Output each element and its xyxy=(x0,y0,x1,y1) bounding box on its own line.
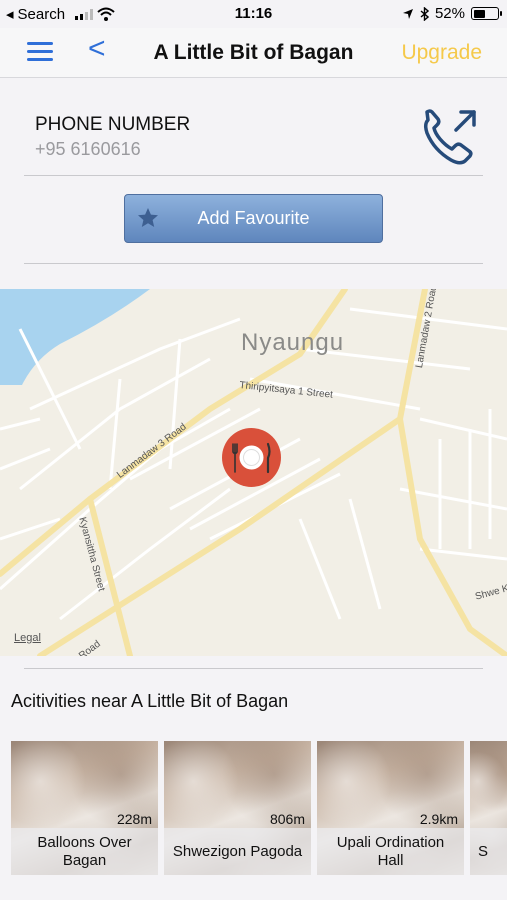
activity-card[interactable]: S xyxy=(470,741,507,875)
fork-knife-plate-icon xyxy=(232,442,271,474)
navigation-bar: < A Little Bit of Bagan Upgrade xyxy=(0,28,507,78)
hamburger-menu-icon[interactable] xyxy=(27,42,53,62)
activity-card[interactable]: 228m Balloons Over Bagan xyxy=(11,741,158,875)
activity-name: Shwezigon Pagoda xyxy=(164,828,311,875)
location-arrow-icon xyxy=(402,8,413,19)
activity-name: S xyxy=(470,828,507,875)
divider xyxy=(24,668,483,669)
activity-card[interactable]: 806m Shwezigon Pagoda xyxy=(164,741,311,875)
phone-call-icon[interactable] xyxy=(418,106,484,168)
activity-distance: 228m xyxy=(116,811,152,827)
map-view[interactable]: Nyaungu Lanmadaw 2 Road Thiripyitsaya 1 … xyxy=(0,289,507,656)
activities-heading: Acitivities near A Little Bit of Bagan xyxy=(11,691,289,711)
phone-number-value[interactable]: +95 6160616 xyxy=(35,139,141,160)
page-title: A Little Bit of Bagan xyxy=(153,41,354,64)
map-city-label: Nyaungu xyxy=(241,329,345,356)
divider xyxy=(24,175,483,176)
battery-percent: 52% xyxy=(434,5,465,22)
activity-distance: 2.9km xyxy=(419,811,458,827)
upgrade-button[interactable]: Upgrade xyxy=(401,41,482,65)
activity-name: Upali Ordination Hall xyxy=(317,828,464,875)
map-legal-link[interactable]: Legal xyxy=(14,632,41,644)
restaurant-pin[interactable] xyxy=(222,428,281,487)
activity-card[interactable]: 2.9km Upali Ordination Hall xyxy=(317,741,464,875)
status-bar: ◂ Search 11:16 52% xyxy=(0,0,507,28)
divider xyxy=(24,263,483,264)
battery-icon xyxy=(471,7,502,20)
activity-distance: 806m xyxy=(269,811,305,827)
bluetooth-icon xyxy=(420,6,429,21)
star-icon xyxy=(138,208,158,227)
back-button[interactable]: < xyxy=(88,32,106,66)
activity-name: Balloons Over Bagan xyxy=(11,828,158,875)
add-favourite-button[interactable]: Add Favourite xyxy=(124,194,383,243)
add-favourite-label: Add Favourite xyxy=(197,208,310,228)
phone-number-label: PHONE NUMBER xyxy=(35,114,191,135)
